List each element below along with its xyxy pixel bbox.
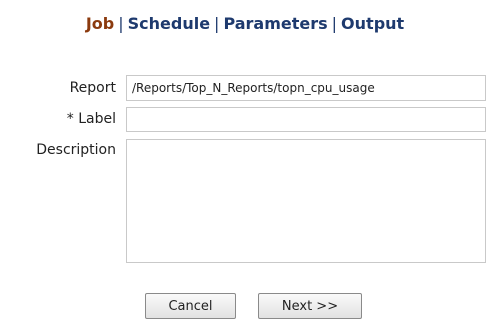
tab-separator: | — [214, 14, 220, 33]
description-label: Description — [36, 142, 116, 158]
next-button[interactable]: Next >> — [258, 293, 362, 319]
tab-output[interactable]: Output — [341, 14, 404, 33]
report-label: Report — [69, 80, 116, 96]
tab-job[interactable]: Job — [86, 14, 114, 33]
cancel-button[interactable]: Cancel — [145, 293, 236, 319]
label-label: * Label — [66, 111, 116, 127]
job-schedule-form: Job|Schedule|Parameters|Output Report * … — [0, 0, 490, 321]
tab-separator: | — [331, 14, 338, 33]
tab-separator: | — [118, 14, 124, 33]
label-field[interactable] — [126, 107, 486, 132]
wizard-tabs: Job | Schedule | Parameters | Output — [0, 14, 490, 33]
report-field[interactable] — [126, 75, 486, 101]
description-field[interactable] — [126, 139, 486, 263]
tab-parameters[interactable]: Parameters — [223, 14, 327, 33]
tab-schedule[interactable]: Schedule — [128, 14, 210, 33]
